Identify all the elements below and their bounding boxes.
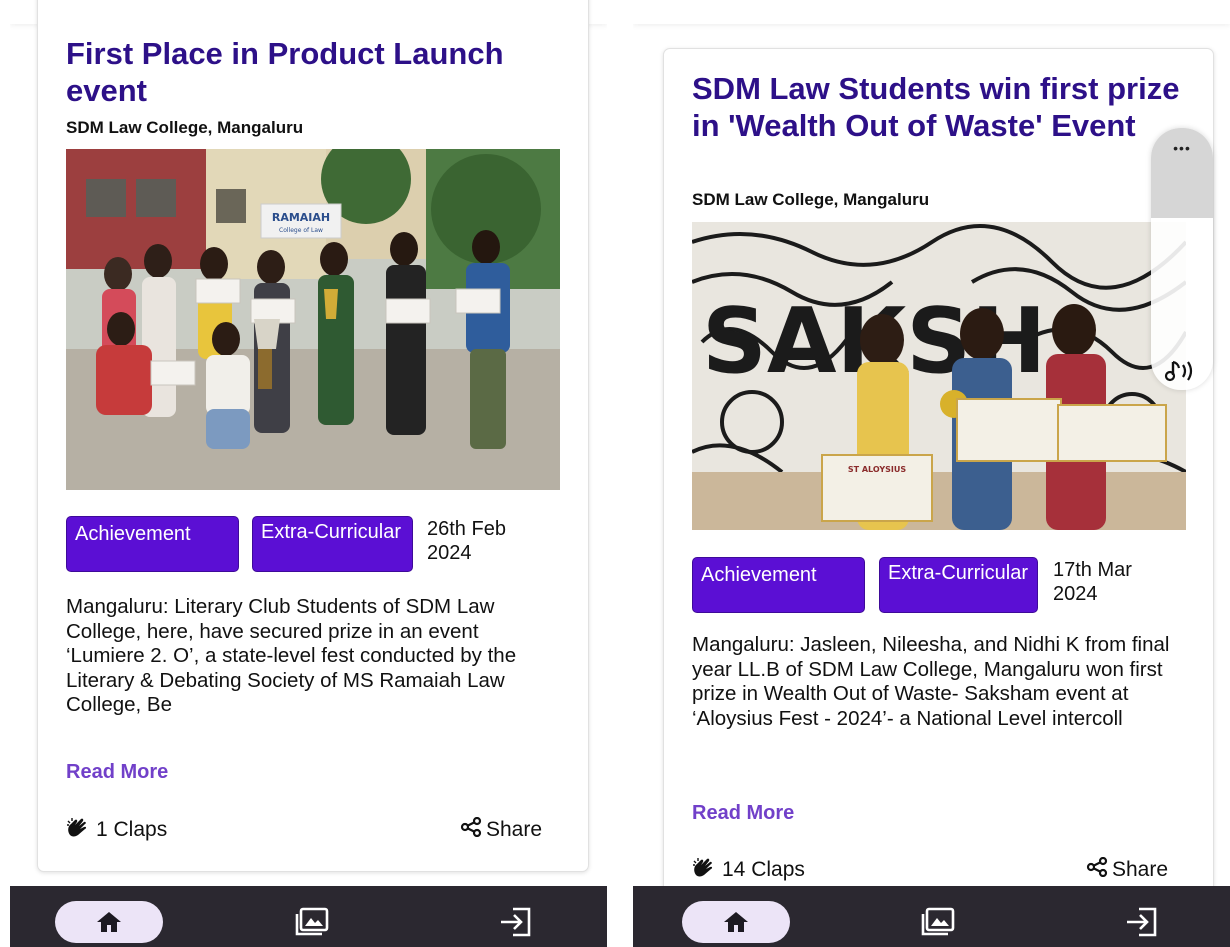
claps-count: 1 Claps (96, 818, 168, 841)
left-screen: First Place in Product Launch event SDM … (10, 0, 607, 947)
top-bar (633, 0, 1230, 24)
home-icon (97, 912, 121, 932)
news-excerpt: Mangaluru: Jasleen, Nileesha, and Nidhi … (692, 633, 1170, 730)
news-card[interactable]: First Place in Product Launch event SDM … (37, 0, 589, 872)
share-button[interactable]: Share (460, 816, 543, 843)
college-name: SDM Law College, Mangaluru (692, 190, 930, 209)
news-title[interactable]: SDM Law Students win first prize in 'Wea… (692, 70, 1187, 144)
share-button[interactable]: Share (1086, 856, 1169, 883)
share-icon (1086, 856, 1108, 883)
read-more-link[interactable]: Read More (692, 802, 794, 825)
right-screen: SDM Law Students win first prize in 'Wea… (633, 0, 1230, 947)
audio-icon (1164, 360, 1193, 382)
floating-overlay[interactable]: ••• (1151, 128, 1213, 390)
news-photo[interactable]: SAKSH ST ALOYSIUS (692, 222, 1186, 530)
gallery-icon (921, 907, 955, 936)
sign-subtext: College of Law (279, 227, 323, 234)
login-icon (501, 907, 531, 937)
nav-gallery[interactable] (918, 901, 958, 943)
news-excerpt: Mangaluru: Literary Club Students of SDM… (66, 595, 517, 716)
tag-extra-curricular[interactable]: Extra-Curricular (879, 557, 1038, 613)
login-icon (1127, 907, 1157, 937)
tag-achievement[interactable]: Achievement (692, 557, 865, 613)
gallery-icon (295, 907, 329, 936)
clap-icon (66, 817, 90, 843)
bottom-nav (10, 886, 607, 947)
read-more-link[interactable]: Read More (66, 761, 168, 784)
news-card[interactable]: SDM Law Students win first prize in 'Wea… (663, 48, 1214, 908)
news-title[interactable]: First Place in Product Launch event (66, 35, 566, 109)
nav-gallery[interactable] (292, 901, 332, 943)
tag-achievement[interactable]: Achievement (66, 516, 239, 572)
news-date: 26th Feb 2024 (427, 518, 506, 564)
nav-login[interactable] (496, 901, 536, 943)
share-label: Share (1112, 858, 1169, 881)
share-label: Share (486, 818, 543, 841)
bottom-nav (633, 886, 1230, 947)
news-date: 17th Mar 2024 (1053, 559, 1132, 605)
certificate-label: ST ALOYSIUS (848, 465, 907, 474)
sign-text: RAMAIAH (272, 211, 330, 224)
claps-count: 14 Claps (722, 858, 805, 881)
tag-extra-curricular[interactable]: Extra-Curricular (252, 516, 413, 572)
audio-button[interactable] (1151, 352, 1213, 390)
overlay-menu-button[interactable]: ••• (1151, 128, 1213, 218)
claps-button[interactable]: 14 Claps (692, 857, 805, 883)
home-icon (724, 912, 748, 932)
nav-login[interactable] (1122, 901, 1162, 943)
college-name: SDM Law College, Mangaluru (66, 118, 304, 137)
claps-button[interactable]: 1 Claps (66, 817, 167, 843)
nav-home[interactable] (55, 901, 163, 943)
share-icon (460, 816, 482, 843)
nav-home[interactable] (682, 901, 790, 943)
clap-icon (692, 857, 716, 883)
more-dots-icon: ••• (1173, 140, 1191, 156)
news-photo[interactable]: RAMAIAH College of Law (66, 149, 560, 490)
